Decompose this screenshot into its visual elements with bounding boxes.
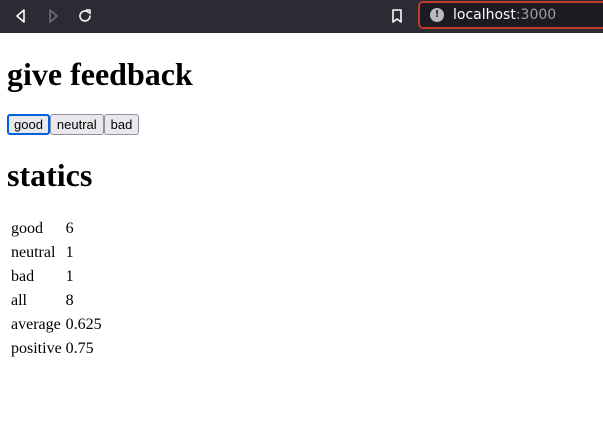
bad-button[interactable]: bad (103, 114, 140, 135)
stats-value: 8 (65, 292, 74, 309)
url-host: localhost (453, 7, 516, 23)
back-button[interactable] (9, 4, 33, 28)
stats-row-average: average 0.625 (10, 314, 103, 336)
forward-arrow-icon (49, 9, 58, 23)
forward-button[interactable] (41, 4, 65, 28)
address-bar[interactable]: ! localhost:3000 (418, 1, 603, 29)
browser-toolbar: ! localhost:3000 (0, 0, 603, 33)
stats-value: 0.625 (65, 316, 102, 333)
bookmark-button[interactable] (385, 4, 409, 28)
good-button[interactable]: good (7, 114, 50, 135)
stats-value: 6 (65, 220, 74, 237)
stats-row-good: good 6 (10, 218, 103, 240)
stats-label: average (11, 316, 61, 333)
reload-button[interactable] (73, 4, 97, 28)
stats-label: neutral (11, 244, 56, 261)
reload-icon (79, 9, 91, 22)
stats-row-bad: bad 1 (10, 266, 103, 288)
stats-row-positive: positive 0.75 (10, 338, 103, 360)
back-arrow-icon (16, 9, 25, 23)
statistics-title: statics (7, 157, 93, 193)
stats-label: all (11, 292, 27, 309)
bookmark-icon (392, 9, 402, 23)
stats-value: 0.75 (65, 340, 94, 357)
stats-value: 1 (65, 244, 74, 261)
neutral-button[interactable]: neutral (49, 114, 104, 135)
feedback-title: give feedback (7, 56, 193, 92)
stats-label: good (11, 220, 43, 237)
statistics-table: good 6 neutral 1 bad 1 all 8 average 0.6… (8, 216, 105, 362)
page-content: give feedback good neutral bad statics g… (0, 33, 603, 433)
url-port: :3000 (515, 7, 557, 23)
info-icon[interactable]: ! (430, 8, 444, 22)
stats-label: bad (11, 268, 35, 285)
stats-row-all: all 8 (10, 290, 103, 312)
feedback-buttons: good neutral bad (7, 114, 140, 135)
stats-row-neutral: neutral 1 (10, 242, 103, 264)
stats-value: 1 (65, 268, 74, 285)
stats-label: positive (11, 340, 62, 357)
